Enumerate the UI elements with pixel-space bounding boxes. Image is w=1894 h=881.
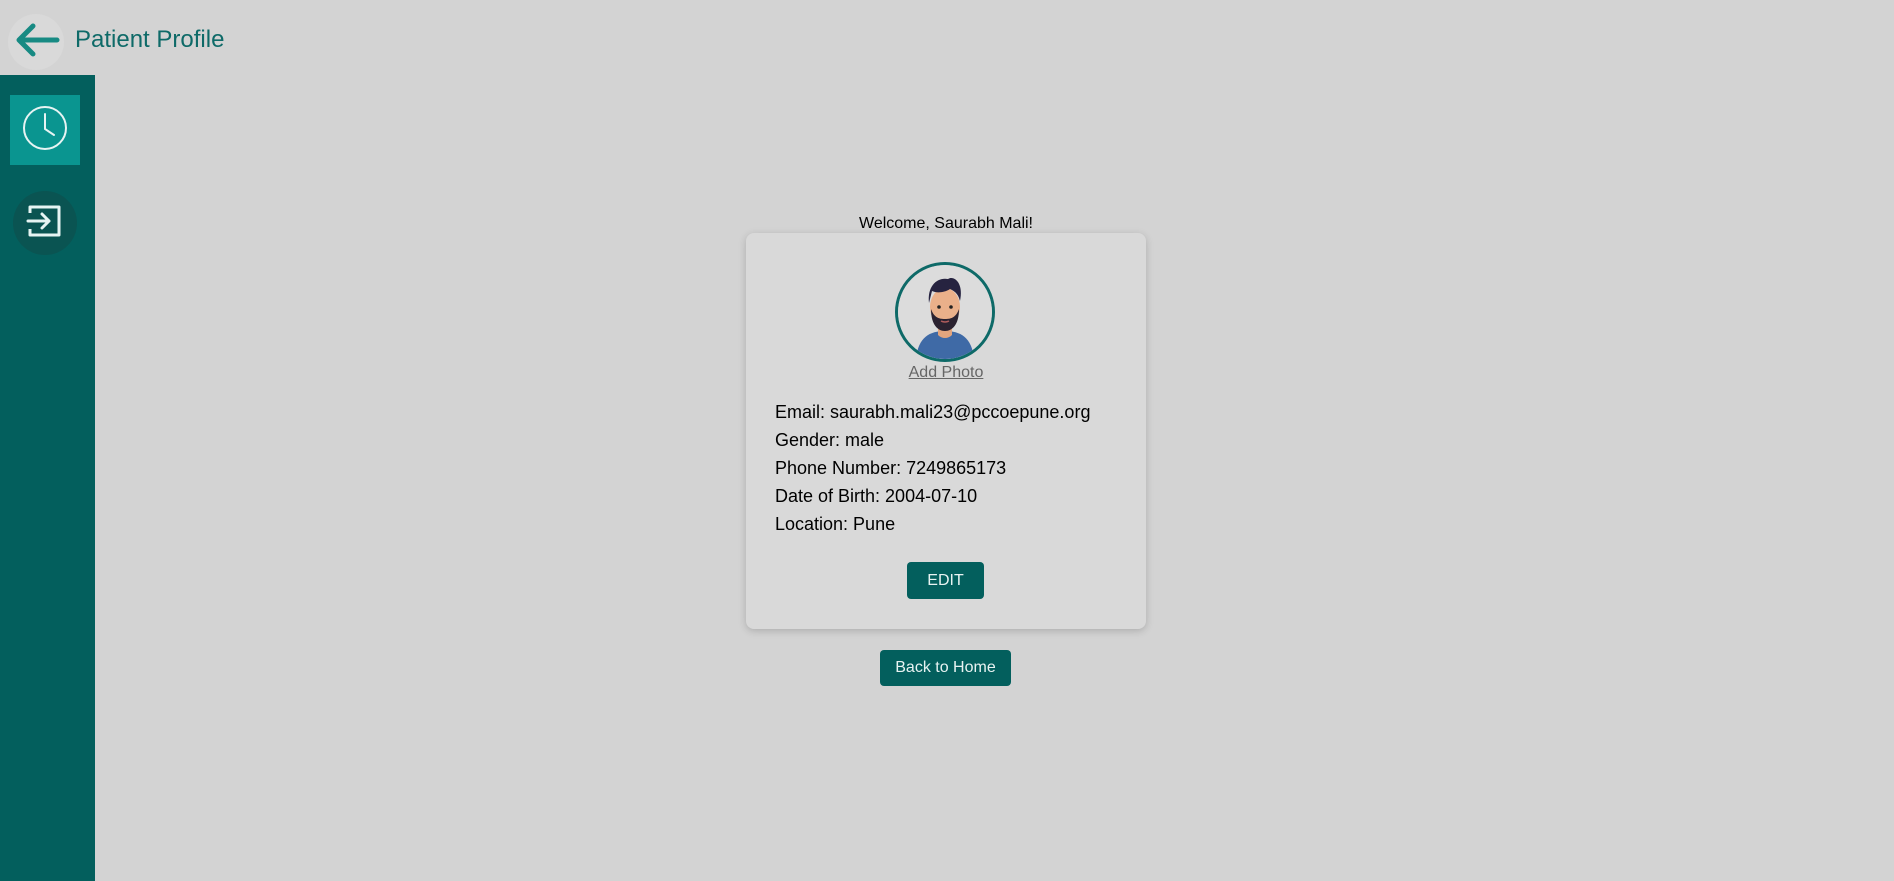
add-photo-link[interactable]: Add Photo [746,364,1146,382]
profile-card: Add Photo Email: saurabh.mali23@pccoepun… [746,233,1146,629]
profile-info: Email: saurabh.mali23@pccoepune.org Gend… [775,398,1135,538]
arrow-left-icon [11,20,61,65]
sidebar-item-history[interactable] [10,95,80,165]
email-text: Email: saurabh.mali23@pccoepune.org [775,402,1091,422]
dob-text: Date of Birth: 2004-07-10 [775,486,978,506]
sidebar-item-logout[interactable] [13,191,77,255]
page-title: Patient Profile [75,26,225,53]
edit-button[interactable]: EDIT [907,562,984,599]
phone-text: Phone Number: 7249865173 [775,458,1007,478]
logout-icon [25,201,65,246]
back-to-home-button[interactable]: Back to Home [880,650,1011,686]
avatar[interactable] [895,262,995,362]
clock-icon [21,104,69,157]
back-button[interactable] [8,14,64,70]
top-bar: Patient Profile [0,0,1894,75]
sidebar [0,75,95,881]
welcome-message: Welcome, Saurabh Mali! [859,215,1033,232]
user-avatar-icon [898,265,992,359]
gender-text: Gender: male [775,430,885,450]
location-text: Location: Pune [775,514,896,534]
